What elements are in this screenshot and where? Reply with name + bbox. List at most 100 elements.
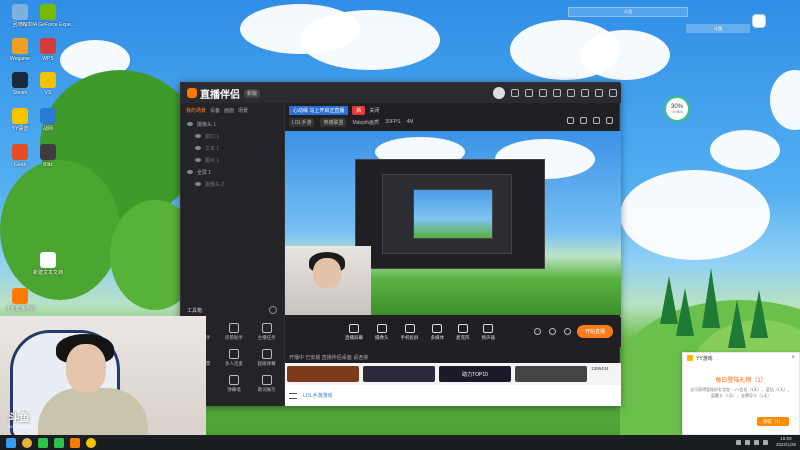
tool-task[interactable]: 主播任务 — [250, 323, 283, 341]
tool-danmu-wall[interactable]: 弹幕墙 — [218, 375, 251, 393]
banner-thumb[interactable] — [363, 366, 435, 382]
chat-bar: LOL手游游戏 — [285, 385, 621, 406]
notice-text[interactable]: 心动缘 马上开启正直播 — [289, 105, 349, 115]
camera-icon — [376, 323, 387, 333]
skin-icon[interactable] — [511, 89, 519, 97]
network-speed-widget[interactable]: 30% ↑0.0K/s — [664, 96, 690, 122]
tool-lyrics[interactable]: 歌词展示 — [250, 375, 283, 393]
game-tag[interactable]: LOL手游 — [289, 117, 315, 127]
refresh-icon[interactable] — [593, 117, 600, 124]
eye-icon[interactable] — [195, 158, 201, 162]
media-button[interactable]: 多媒体 — [431, 323, 444, 341]
maximize-icon[interactable] — [595, 89, 603, 97]
gift-icon[interactable] — [539, 89, 547, 97]
minimize-icon[interactable] — [581, 89, 589, 97]
yellow-app-icon — [40, 72, 56, 88]
live-preview[interactable] — [285, 131, 621, 315]
douyu-companion-window[interactable]: 直播伴侣 新版 我的场景 设备 画面 场景 摄像头 1 窗口 1 文本 1 图片… — [180, 82, 621, 406]
lock-icon[interactable] — [580, 117, 587, 124]
app-logo: 直播伴侣 — [187, 86, 240, 101]
tool-moderator[interactable]: 房管助手 — [218, 323, 251, 341]
cloud — [710, 130, 780, 170]
tab-device[interactable]: 设备 — [210, 107, 220, 114]
close-icon[interactable] — [609, 89, 617, 97]
tab-my-scene[interactable]: 我的场景 — [186, 107, 206, 114]
wechat-icon[interactable] — [38, 437, 48, 448]
desktop-icon-yellow-app[interactable]: VS — [30, 72, 66, 108]
tool-multi-mic[interactable]: 多人连麦 — [218, 349, 251, 367]
eye-icon[interactable] — [187, 122, 193, 126]
add-camera-button[interactable]: 摄像头 — [375, 323, 389, 341]
network-icon[interactable] — [744, 439, 750, 445]
hamburger-icon[interactable] — [289, 392, 297, 399]
system-tray: 15:09 2022/1/26 — [735, 436, 796, 448]
phone-cast-button[interactable]: 手机投屏 — [401, 323, 419, 341]
scene-item[interactable]: 全屏 1 — [181, 166, 284, 178]
layout-icon[interactable] — [567, 117, 574, 124]
desktop-icon-wps[interactable]: WPS — [30, 38, 66, 74]
paw-logo-icon — [187, 88, 197, 98]
notice-close[interactable]: 关闭 — [369, 107, 379, 114]
ime-icon[interactable] — [762, 439, 768, 445]
start-live-button[interactable]: 开始直播 — [577, 325, 613, 338]
add-screen-button[interactable]: 直播屏幕 — [345, 323, 363, 341]
desktop-icon-blitz[interactable]: Blitz — [30, 144, 66, 180]
yy-task-icon[interactable] — [86, 437, 96, 448]
kbps-label: 4M — [406, 119, 414, 125]
banner-thumb[interactable] — [287, 366, 359, 382]
scene-item[interactable]: 图片 1 — [181, 154, 284, 166]
desktop-icon-nvidia[interactable]: NVIDIA GeForce Expe… — [20, 4, 76, 40]
cat-mascot-icon[interactable] — [752, 14, 766, 28]
danmu-wall-icon — [228, 375, 239, 385]
scene-item[interactable]: 窗口 1 — [181, 130, 284, 142]
chrome-icon[interactable] — [22, 437, 32, 448]
clock[interactable]: 15:09 2022/1/26 — [776, 436, 796, 448]
tool-super-danmu[interactable]: 超级弹幕 — [250, 349, 283, 367]
gear-icon[interactable] — [564, 328, 571, 335]
popup-close-icon[interactable]: × — [791, 355, 795, 361]
scene-item[interactable]: 摄像头 2 — [181, 178, 284, 190]
chat-input[interactable]: LOL手游游戏 — [303, 392, 332, 399]
eye-icon[interactable] — [195, 182, 201, 186]
banner-thumb[interactable]: 助力TOP10 — [439, 366, 511, 382]
multi-mic-icon — [228, 349, 239, 359]
eye-icon[interactable] — [195, 134, 201, 138]
cloud — [300, 10, 440, 70]
message-icon[interactable] — [525, 89, 533, 97]
record-icon[interactable] — [534, 328, 541, 335]
microphone-button[interactable]: 麦克风 — [456, 323, 470, 341]
version-badge[interactable]: 新版 — [244, 88, 261, 98]
tab-scene[interactable]: 场景 — [238, 107, 248, 114]
desktop-icon-battlenet[interactable]: 战网 — [30, 108, 66, 144]
wechat2-icon[interactable] — [54, 437, 64, 448]
scene-item[interactable]: 文本 1 — [181, 142, 284, 154]
tray-up-icon[interactable] — [735, 439, 741, 445]
windows-start-icon[interactable] — [6, 437, 16, 448]
share-icon[interactable] — [606, 117, 613, 124]
notice-badge[interactable]: 新 — [352, 105, 366, 115]
geek-icon — [12, 144, 28, 160]
tab-picture[interactable]: 画面 — [224, 107, 234, 114]
eye-icon[interactable] — [195, 146, 201, 150]
user-avatar[interactable] — [493, 87, 505, 99]
super-danmu-icon — [261, 349, 272, 359]
volume-icon[interactable] — [753, 439, 759, 445]
speaker-button[interactable]: 扬声器 — [482, 323, 495, 341]
desktop-icon-text-file[interactable]: 新建文本文档 — [30, 252, 66, 288]
blitz-icon — [40, 144, 56, 160]
category-tag[interactable]: 英雄联盟 — [320, 117, 347, 127]
toolbox-more-icon[interactable] — [269, 306, 277, 314]
eye-preview-icon[interactable] — [549, 328, 556, 335]
settings-icon[interactable] — [553, 89, 561, 97]
banner-thumb[interactable] — [515, 366, 587, 382]
top-floating-bar[interactable]: 斗鱼 — [568, 7, 688, 17]
menu-icon[interactable] — [567, 89, 575, 97]
top-floating-bar-2[interactable]: 斗鱼 — [686, 24, 750, 33]
eye-icon[interactable] — [187, 170, 193, 174]
scene-item[interactable]: 摄像头 1 — [181, 118, 284, 130]
title-bar[interactable]: 直播伴侣 新版 — [181, 83, 621, 103]
nested-preview-window-3 — [413, 189, 493, 239]
douyu-task-icon[interactable] — [70, 437, 80, 448]
microphone-icon — [457, 323, 468, 333]
claim-button[interactable]: 领取（1） — [757, 417, 789, 426]
